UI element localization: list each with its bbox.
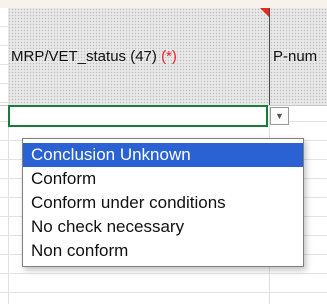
chevron-down-icon: ▼ [275, 111, 284, 121]
header-label: MRP/VET_status (47) [11, 48, 157, 65]
dropdown-list: Conclusion Unknown Conform Conform under… [22, 138, 304, 267]
column-header-p-num[interactable]: P-num [270, 8, 327, 105]
header-label: P-num [273, 48, 318, 65]
dropdown-option[interactable]: No check necessary [23, 215, 303, 239]
column-header-mrp-vet-status[interactable]: MRP/VET_status (47) (*) [8, 8, 270, 105]
dropdown-toggle-button[interactable]: ▼ [270, 107, 289, 125]
comment-marker-icon [260, 8, 269, 17]
dropdown-option[interactable]: Non conform [23, 239, 303, 263]
active-cell[interactable] [8, 105, 268, 127]
sheet-top-strip [0, 0, 327, 8]
header-label-wrap: MRP/VET_status (47) (*) [8, 48, 177, 65]
required-marker: (*) [161, 48, 177, 65]
dropdown-option[interactable]: Conform [23, 167, 303, 191]
column-header-row: MRP/VET_status (47) (*) P-num [0, 8, 327, 106]
dropdown-option[interactable]: Conclusion Unknown [23, 143, 303, 167]
dropdown-option[interactable]: Conform under conditions [23, 191, 303, 215]
